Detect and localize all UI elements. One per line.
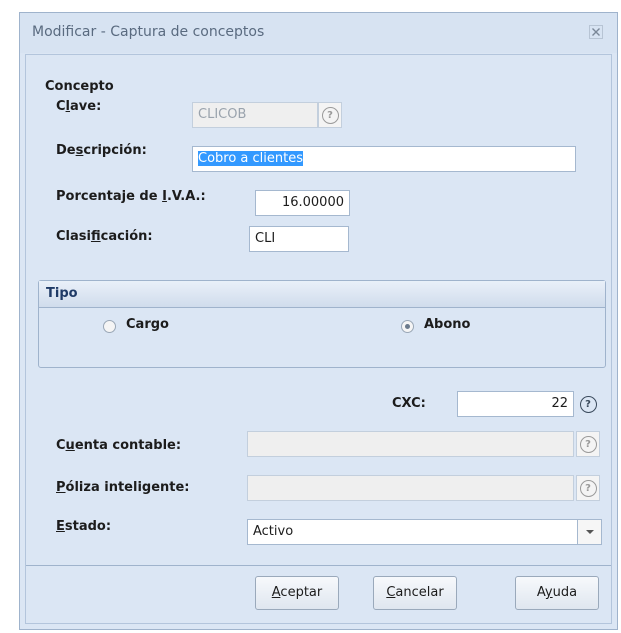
footer-divider bbox=[26, 565, 611, 566]
descripcion-label: Descripción: bbox=[56, 143, 147, 158]
cuenta-contable-input[interactable] bbox=[247, 431, 574, 457]
clave-help-button[interactable]: ? bbox=[318, 102, 342, 128]
cxc-input[interactable]: 22 bbox=[457, 391, 574, 417]
tipo-group: Tipo Cargo Abono bbox=[38, 280, 606, 368]
clasificacion-input[interactable]: CLI bbox=[249, 226, 349, 252]
estado-label: Estado: bbox=[56, 519, 112, 534]
clave-label: Clave: bbox=[56, 99, 102, 114]
iva-input[interactable]: 16.00000 bbox=[255, 190, 350, 216]
tipo-header: Tipo bbox=[39, 281, 605, 308]
aceptar-button[interactable]: Aceptar bbox=[255, 576, 339, 610]
abono-label[interactable]: Abono bbox=[424, 317, 470, 332]
poliza-input[interactable] bbox=[247, 475, 574, 501]
cuenta-contable-help-button[interactable]: ? bbox=[576, 431, 600, 457]
tipo-label: Tipo bbox=[46, 286, 78, 301]
dialog-window: Modificar - Captura de conceptos Concept… bbox=[19, 12, 618, 630]
cxc-help-button[interactable]: ? bbox=[576, 391, 600, 417]
clave-input[interactable]: CLICOB bbox=[192, 102, 318, 128]
chevron-down-icon bbox=[585, 530, 594, 534]
ayuda-button[interactable]: Ayuda bbox=[515, 576, 599, 610]
title-bar[interactable]: Modificar - Captura de conceptos bbox=[20, 13, 617, 53]
cargo-label[interactable]: Cargo bbox=[126, 317, 169, 332]
estado-select[interactable]: Activo bbox=[247, 519, 578, 545]
iva-label: Porcentaje de I.V.A.: bbox=[56, 189, 206, 204]
descripcion-value: Cobro a clientes bbox=[198, 151, 304, 166]
help-icon: ? bbox=[579, 395, 597, 413]
clasificacion-label: Clasificación: bbox=[56, 229, 153, 244]
section-label-concepto: Concepto bbox=[45, 79, 114, 94]
help-icon: ? bbox=[321, 106, 339, 124]
cancelar-button[interactable]: Cancelar bbox=[373, 576, 457, 610]
cargo-radio[interactable] bbox=[103, 320, 116, 333]
dialog-body: Concepto Clave: CLICOB ? Descripción: Co… bbox=[25, 54, 612, 624]
close-icon[interactable] bbox=[589, 25, 603, 39]
descripcion-input[interactable]: Cobro a clientes bbox=[192, 146, 576, 172]
help-icon: ? bbox=[579, 435, 597, 453]
abono-radio[interactable] bbox=[401, 320, 414, 333]
cxc-label: CXC: bbox=[392, 396, 426, 411]
poliza-label: Póliza inteligente: bbox=[56, 480, 190, 495]
estado-dropdown-button[interactable] bbox=[578, 519, 602, 545]
window-title: Modificar - Captura de conceptos bbox=[32, 24, 265, 40]
cuenta-contable-label: Cuenta contable: bbox=[56, 438, 182, 453]
help-icon: ? bbox=[579, 479, 597, 497]
poliza-help-button[interactable]: ? bbox=[576, 475, 600, 501]
